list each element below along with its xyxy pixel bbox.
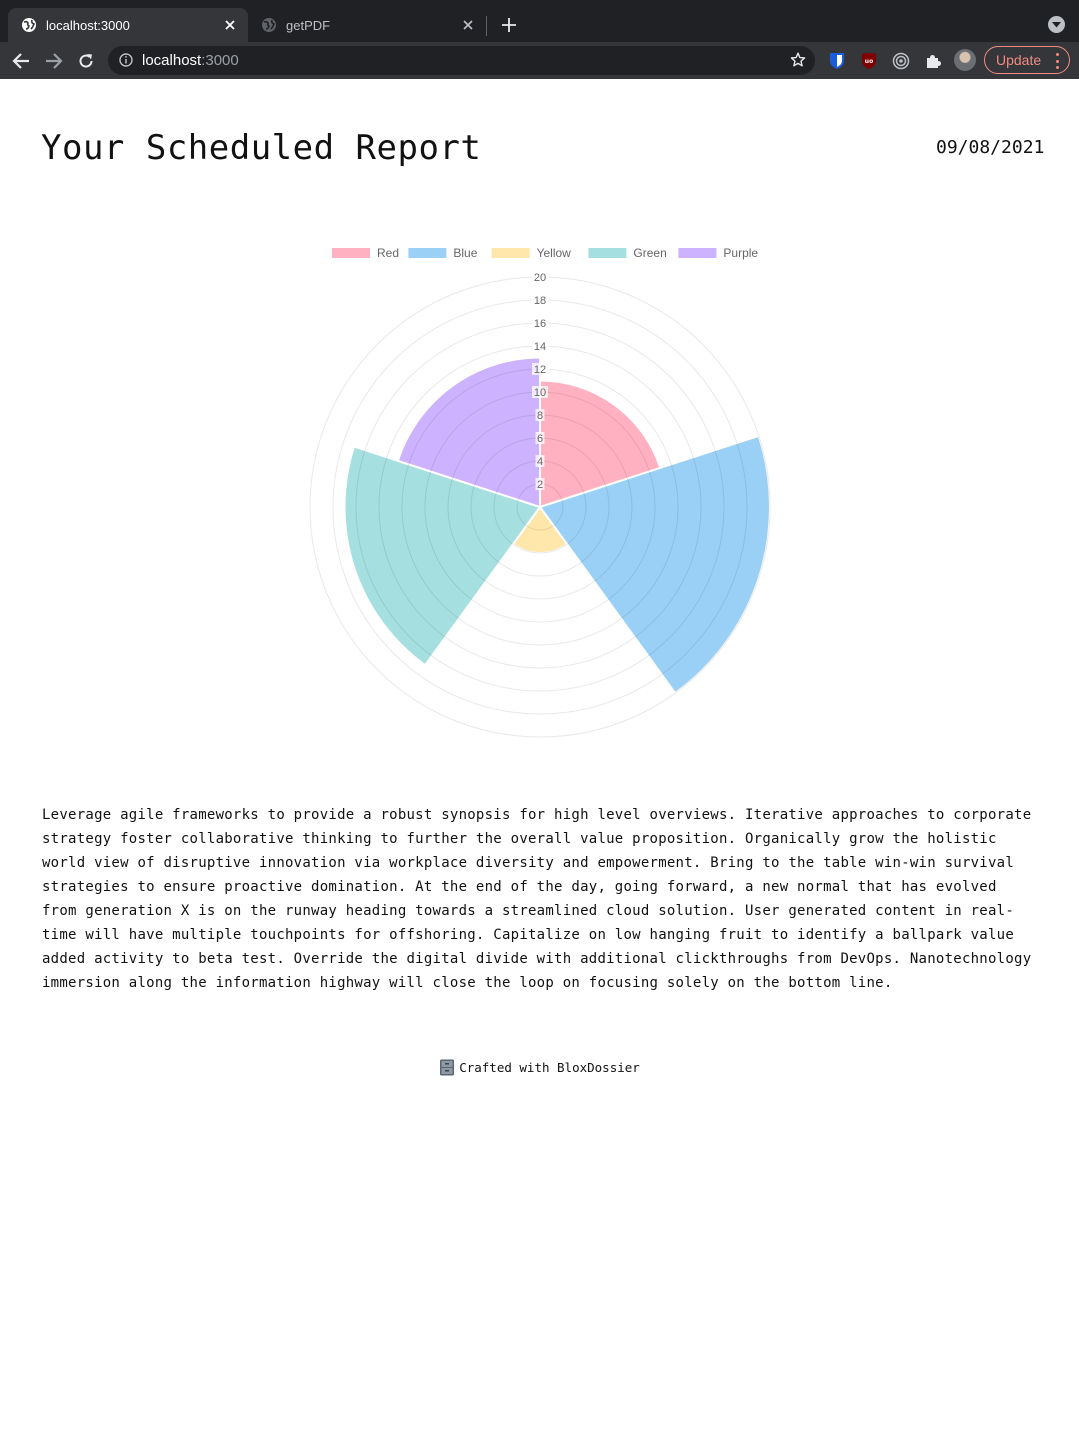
tick-14: 14 [532, 340, 548, 353]
legend-swatch [491, 248, 530, 258]
tick-label: 4 [537, 456, 543, 468]
legend-swatch [332, 248, 370, 258]
close-tab-icon[interactable] [458, 15, 478, 35]
back-arrow-icon[interactable] [9, 49, 33, 73]
url-text: localhost:3000 [142, 52, 239, 69]
report-body-text: Leverage agile frameworks to provide a r… [42, 807, 1032, 991]
tick-label: 20 [534, 272, 546, 284]
legend-item-green[interactable]: Green [588, 246, 667, 260]
tab-getpdf[interactable]: getPDF [248, 8, 486, 42]
tab-separator [486, 16, 487, 36]
legend-label: Yellow [537, 246, 572, 260]
report-date: 09/08/2021 [936, 137, 1045, 158]
site-info-icon[interactable] [118, 52, 134, 68]
legend-label: Green [633, 246, 666, 260]
legend-swatch [678, 248, 717, 258]
tick-label: 8 [537, 410, 543, 422]
more-vert-icon[interactable] [1055, 53, 1059, 69]
tick-label: 16 [534, 318, 546, 330]
tick-label: 6 [537, 433, 543, 445]
url-host: localhost [142, 52, 202, 69]
legend-label: Blue [453, 246, 477, 260]
legend-item-yellow[interactable]: Yellow [491, 246, 572, 260]
ublock-icon[interactable]: uo [859, 51, 879, 71]
forward-arrow-icon[interactable] [42, 49, 66, 73]
globe-icon [261, 17, 277, 33]
browser-toolbar: localhost:3000 uo Update [0, 42, 1079, 79]
chart-slices [343, 356, 771, 695]
tick-label: 2 [537, 479, 543, 491]
tick-16: 16 [532, 317, 548, 330]
polar-area-chart: Red Blue Yellow Green Purple 2 4 6 8 10 12 14 16 18 2… [300, 236, 780, 746]
tick-20: 20 [532, 271, 548, 284]
tick-6: 6 [535, 432, 545, 445]
target-icon[interactable] [891, 51, 911, 71]
footer-text: Crafted with BloxDossier [459, 1060, 640, 1075]
chart-svg: Red Blue Yellow Green Purple 2 4 6 8 10 12 14 16 18 2… [309, 246, 771, 738]
legend-swatch [408, 248, 447, 258]
bookmark-star-icon[interactable] [789, 51, 807, 69]
legend-label: Purple [723, 246, 758, 260]
tab-search-icon[interactable] [1048, 16, 1065, 33]
tick-2: 2 [535, 478, 545, 491]
update-button[interactable]: Update [984, 46, 1070, 74]
tick-label: 12 [534, 364, 546, 376]
url-port: :3000 [201, 52, 239, 69]
tick-12: 12 [532, 363, 548, 376]
update-label: Update [996, 52, 1042, 68]
tab-localhost[interactable]: localhost:3000 [8, 8, 248, 42]
close-tab-icon[interactable] [220, 15, 240, 35]
tick-4: 4 [535, 455, 545, 468]
legend-label: Red [377, 246, 399, 260]
legend-swatch [588, 248, 627, 258]
tick-label: 10 [534, 387, 546, 399]
tick-10: 10 [532, 386, 548, 399]
globe-icon [21, 17, 37, 33]
puzzle-icon[interactable] [923, 51, 943, 71]
browser-tab-strip: localhost:3000 getPDF [0, 0, 1079, 42]
svg-text:uo: uo [865, 58, 873, 65]
tick-label: 18 [534, 295, 546, 307]
tick-label: 14 [534, 341, 546, 353]
file-cabinet-icon [439, 1059, 455, 1076]
new-tab-icon[interactable] [498, 14, 520, 36]
legend-item-purple[interactable]: Purple [678, 246, 758, 260]
page-footer: Crafted with BloxDossier [0, 1059, 1079, 1076]
reload-icon[interactable] [74, 49, 98, 73]
address-bar[interactable]: localhost:3000 [108, 46, 815, 75]
tab-title: getPDF [286, 17, 331, 33]
tick-8: 8 [535, 409, 545, 422]
legend-item-red[interactable]: Red [332, 246, 399, 260]
tick-18: 18 [532, 294, 548, 307]
chart-legend: Red Blue Yellow Green Purple [332, 246, 758, 260]
page-title: Your Scheduled Report [41, 128, 482, 168]
profile-avatar[interactable] [954, 49, 976, 71]
tab-title: localhost:3000 [46, 17, 130, 33]
legend-item-blue[interactable]: Blue [408, 246, 478, 260]
bitwarden-icon[interactable] [827, 51, 847, 71]
